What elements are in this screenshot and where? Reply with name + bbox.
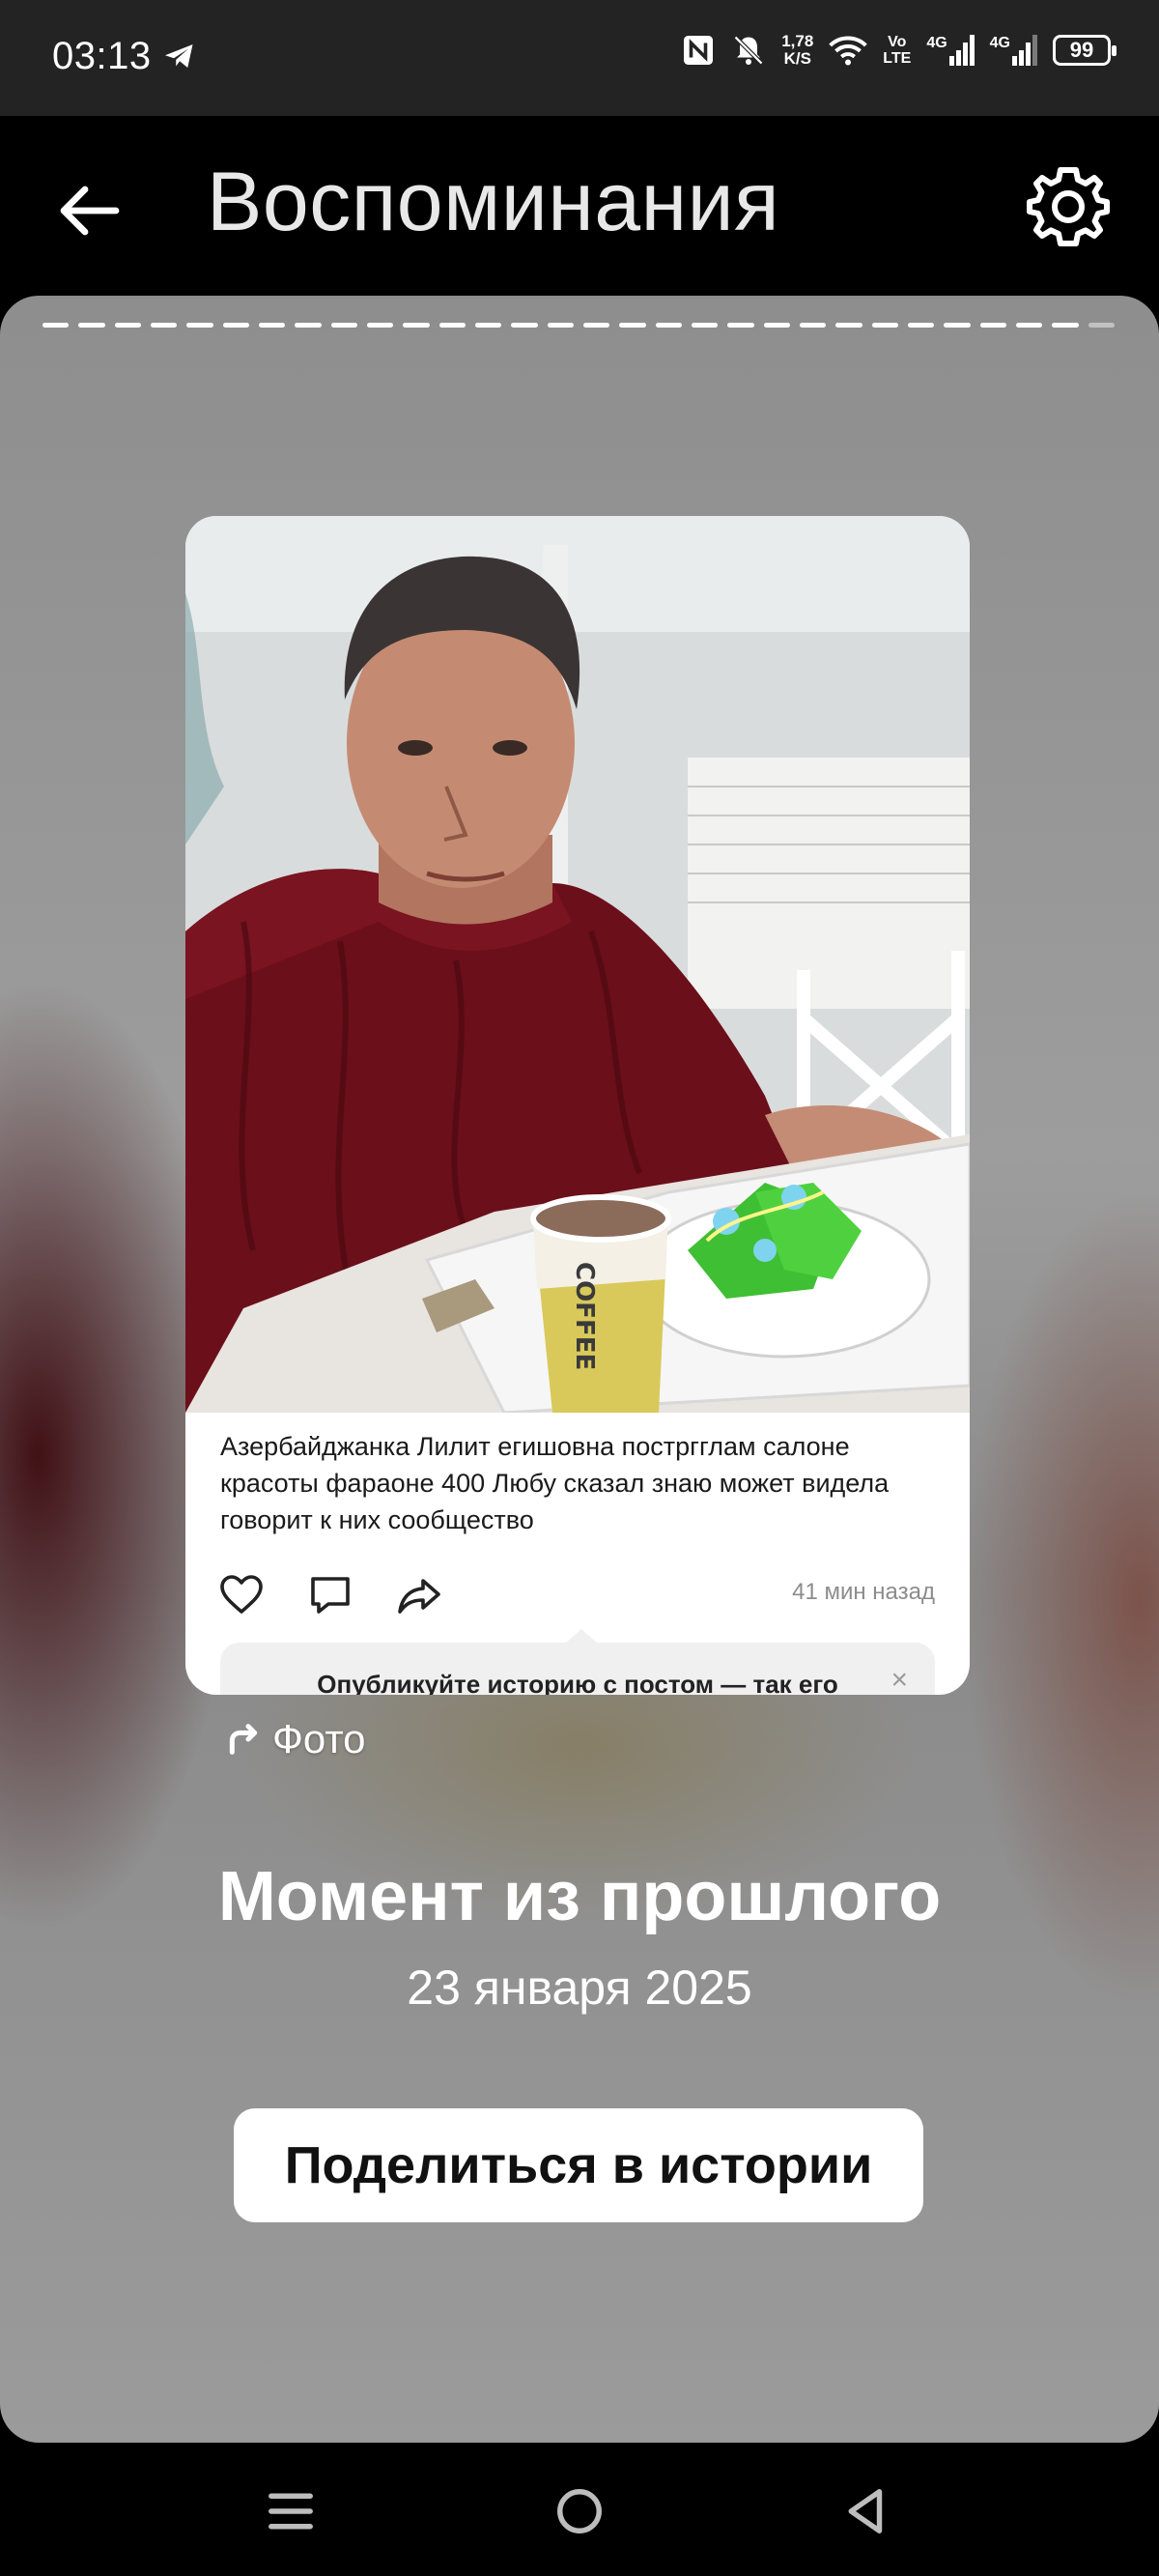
progress-segment xyxy=(944,323,971,328)
post-card[interactable]: COFFEE Азербайджанка Лилит егишовна пост… xyxy=(185,516,970,1695)
progress-segment xyxy=(871,323,898,328)
progress-segment xyxy=(979,323,1006,328)
home-icon[interactable] xyxy=(553,2485,606,2537)
progress-segment xyxy=(150,323,178,328)
heart-icon[interactable] xyxy=(218,1571,265,1617)
progress-segment xyxy=(763,323,790,328)
progress-segment xyxy=(258,323,286,328)
progress-segment xyxy=(907,323,935,328)
story-progress xyxy=(42,323,1115,328)
progress-segment xyxy=(474,323,502,328)
svg-text:COFFEE: COFFEE xyxy=(570,1262,599,1370)
post-photo: COFFEE xyxy=(185,516,970,1413)
progress-segment xyxy=(186,323,213,328)
progress-segment xyxy=(114,323,141,328)
network-speed: 1,78 K/S xyxy=(781,32,814,68)
signal-bars-icon xyxy=(948,35,975,66)
progress-segment xyxy=(1015,323,1043,328)
progress-segment xyxy=(222,323,249,328)
progress-segment xyxy=(691,323,719,328)
share-to-story-button[interactable]: Поделиться в истории xyxy=(234,2108,923,2222)
back-arrow-icon[interactable] xyxy=(50,172,127,249)
post-actions xyxy=(218,1571,442,1617)
photo-link[interactable]: Фото xyxy=(224,1716,366,1762)
nfc-icon xyxy=(684,36,714,65)
back-icon[interactable] xyxy=(840,2485,892,2537)
progress-segment xyxy=(295,323,322,328)
signal-bars-icon xyxy=(1012,35,1037,66)
close-icon[interactable]: × xyxy=(890,1664,908,1695)
battery-indicator: 99 xyxy=(1053,35,1117,66)
progress-segment xyxy=(835,323,862,328)
progress-segment xyxy=(799,323,827,328)
forward-arrow-icon xyxy=(229,1724,258,1755)
progress-segment xyxy=(582,323,610,328)
menu-icon[interactable] xyxy=(265,2485,317,2537)
status-time: 03:13 xyxy=(52,35,152,77)
moment-title: Момент из прошлого xyxy=(217,1858,942,1935)
progress-segment xyxy=(330,323,357,328)
comment-icon[interactable] xyxy=(307,1571,353,1617)
status-icons: 1,78 K/S Vo LTE 4G 4G 99 xyxy=(681,32,1117,68)
progress-segment xyxy=(366,323,394,328)
progress-segment xyxy=(78,323,105,328)
progress-segment xyxy=(438,323,466,328)
progress-segment xyxy=(547,323,574,328)
publish-hint[interactable]: Опубликуйте историю с постом — так его × xyxy=(220,1643,935,1695)
story-viewer[interactable]: COFFEE Азербайджанка Лилит егишовна пост… xyxy=(0,296,1159,2443)
status-bar: 03:13 1,78 K/S Vo LTE 4G 4G 99 xyxy=(0,0,1159,116)
telegram-icon xyxy=(165,44,193,68)
post-time: 41 мин назад xyxy=(792,1579,935,1605)
hint-text: Опубликуйте историю с постом — так его xyxy=(317,1670,838,1695)
signal-2: 4G xyxy=(990,35,1037,66)
bell-off-icon xyxy=(734,35,764,66)
progress-segment xyxy=(1088,323,1115,328)
post-text: Азербайджанка Лилит егишовна постргглам … xyxy=(220,1432,890,1534)
signal-1: 4G xyxy=(926,35,975,66)
progress-segment xyxy=(655,323,682,328)
progress-segment xyxy=(511,323,538,328)
progress-segment xyxy=(727,323,754,328)
gear-icon[interactable] xyxy=(1022,160,1115,253)
progress-segment xyxy=(1052,323,1079,328)
page-title: Воспоминания xyxy=(207,156,780,248)
app-header: Воспоминания xyxy=(0,116,1159,296)
progress-segment xyxy=(403,323,430,328)
moment-date: 23 января 2025 xyxy=(407,1961,752,2015)
system-nav-bar xyxy=(0,2443,1159,2576)
wifi-icon xyxy=(829,36,868,66)
share-icon[interactable] xyxy=(396,1571,442,1617)
volte-indicator: Vo LTE xyxy=(883,34,912,67)
progress-segment xyxy=(42,323,70,328)
photo-link-label: Фото xyxy=(272,1716,366,1761)
progress-segment xyxy=(619,323,646,328)
